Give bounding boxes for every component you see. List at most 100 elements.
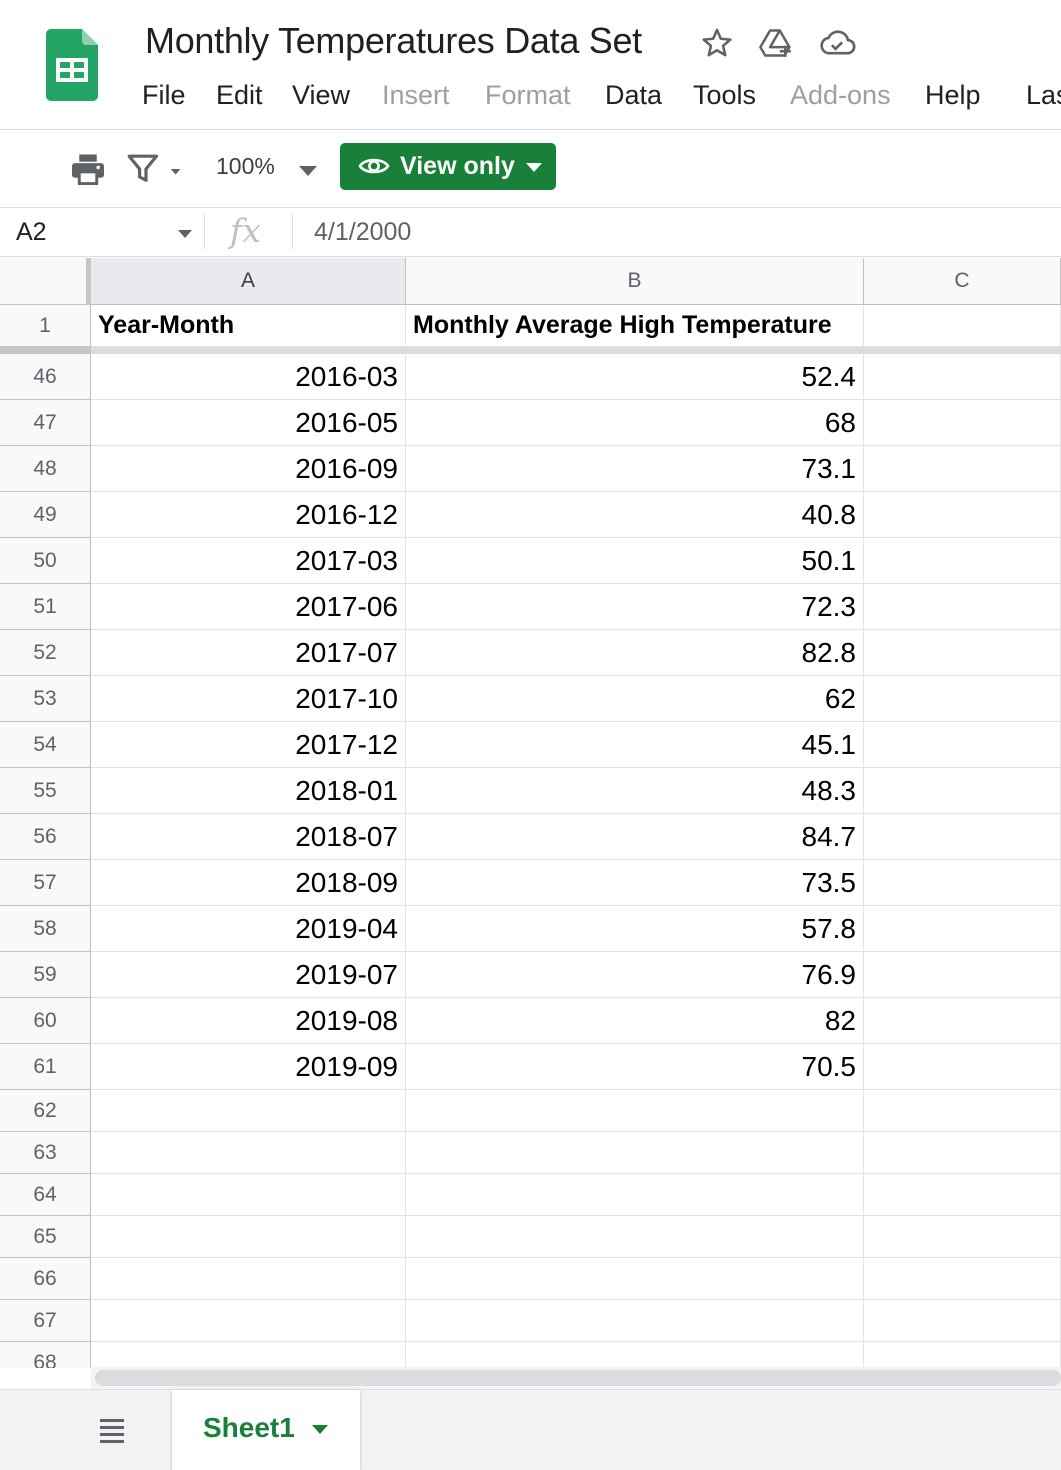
cell-avg-high-temp[interactable] — [406, 1300, 864, 1342]
cell-year-month[interactable] — [91, 1258, 406, 1300]
freeze-divider[interactable] — [0, 347, 1061, 354]
row-header[interactable]: 59 — [0, 952, 91, 998]
row-header[interactable]: 50 — [0, 538, 91, 584]
cell-c[interactable] — [864, 1216, 1061, 1258]
menu-view[interactable]: View — [292, 80, 350, 111]
row-header[interactable]: 65 — [0, 1216, 91, 1258]
cell-avg-high-temp[interactable]: 82.8 — [406, 630, 864, 676]
cell-c[interactable] — [864, 1090, 1061, 1132]
sheets-logo-icon[interactable] — [46, 29, 98, 101]
row-header[interactable]: 53 — [0, 676, 91, 722]
row-header[interactable]: 61 — [0, 1044, 91, 1090]
menu-insert[interactable]: Insert — [382, 80, 450, 111]
menu-help[interactable]: Help — [925, 80, 981, 111]
cell-avg-high-temp[interactable]: 57.8 — [406, 906, 864, 952]
star-icon[interactable] — [698, 24, 736, 62]
name-box[interactable]: A2 — [16, 218, 47, 247]
row-header[interactable]: 54 — [0, 722, 91, 768]
cell-year-month[interactable]: 2019-08 — [91, 998, 406, 1044]
menu-last-edit[interactable]: Las — [1026, 80, 1061, 111]
sheet-tab-sheet1[interactable]: Sheet1 — [172, 1390, 360, 1470]
cell-avg-high-temp[interactable] — [406, 1174, 864, 1216]
column-header-a[interactable]: A — [91, 258, 406, 305]
menu-file[interactable]: File — [142, 80, 186, 111]
cell-c[interactable] — [864, 1258, 1061, 1300]
cell-avg-high-temp[interactable]: 73.5 — [406, 860, 864, 906]
cell-c[interactable] — [864, 1132, 1061, 1174]
cell-c[interactable] — [864, 1300, 1061, 1342]
column-header-b[interactable]: B — [406, 258, 864, 305]
cell-avg-high-temp[interactable]: 48.3 — [406, 768, 864, 814]
cell-avg-high-temp[interactable]: 40.8 — [406, 492, 864, 538]
cell-avg-high-temp[interactable]: 68 — [406, 400, 864, 446]
row-header[interactable]: 55 — [0, 768, 91, 814]
view-only-button[interactable]: View only — [340, 143, 556, 190]
cell-b1[interactable]: Monthly Average High Temperature — [406, 305, 864, 347]
cell-c[interactable] — [864, 354, 1061, 400]
row-header[interactable]: 62 — [0, 1090, 91, 1132]
row-header[interactable]: 48 — [0, 446, 91, 492]
cell-avg-high-temp[interactable] — [406, 1258, 864, 1300]
cell-year-month[interactable]: 2017-07 — [91, 630, 406, 676]
cell-year-month[interactable]: 2017-03 — [91, 538, 406, 584]
cell-year-month[interactable]: 2019-09 — [91, 1044, 406, 1090]
cell-year-month[interactable]: 2017-10 — [91, 676, 406, 722]
cell-year-month[interactable]: 2016-09 — [91, 446, 406, 492]
document-title[interactable]: Monthly Temperatures Data Set — [145, 20, 642, 62]
cell-avg-high-temp[interactable] — [406, 1090, 864, 1132]
row-header[interactable]: 63 — [0, 1132, 91, 1174]
cell-year-month[interactable]: 2016-05 — [91, 400, 406, 446]
row-header[interactable]: 58 — [0, 906, 91, 952]
chevron-down-icon[interactable] — [299, 166, 317, 176]
cell-year-month[interactable] — [91, 1216, 406, 1258]
cell-c[interactable] — [864, 1342, 1061, 1368]
chevron-down-icon[interactable] — [178, 230, 192, 238]
cell-avg-high-temp[interactable] — [406, 1132, 864, 1174]
cell-avg-high-temp[interactable] — [406, 1216, 864, 1258]
cell-year-month[interactable] — [91, 1090, 406, 1132]
cell-c[interactable] — [864, 768, 1061, 814]
cell-c[interactable] — [864, 1044, 1061, 1090]
row-header[interactable]: 1 — [0, 305, 91, 347]
cell-c[interactable] — [864, 1174, 1061, 1216]
cell-year-month[interactable] — [91, 1132, 406, 1174]
cell-avg-high-temp[interactable] — [406, 1342, 864, 1368]
row-header[interactable]: 68 — [0, 1342, 91, 1368]
cell-year-month[interactable]: 2018-01 — [91, 768, 406, 814]
zoom-select[interactable]: 100% — [216, 153, 275, 180]
cell-year-month[interactable]: 2017-12 — [91, 722, 406, 768]
spreadsheet-grid[interactable]: A B C 1 Year-Month Monthly Average High … — [0, 258, 1061, 1368]
cell-c[interactable] — [864, 492, 1061, 538]
cell-year-month[interactable] — [91, 1174, 406, 1216]
menu-data[interactable]: Data — [605, 80, 662, 111]
row-header[interactable]: 51 — [0, 584, 91, 630]
row-header[interactable]: 67 — [0, 1300, 91, 1342]
cloud-status-icon[interactable] — [818, 24, 856, 62]
column-header-c[interactable]: C — [864, 258, 1061, 305]
cell-c[interactable] — [864, 400, 1061, 446]
formula-input[interactable]: 4/1/2000 — [314, 218, 411, 247]
cell-year-month[interactable] — [91, 1300, 406, 1342]
cell-year-month[interactable]: 2019-07 — [91, 952, 406, 998]
cell-year-month[interactable]: 2018-07 — [91, 814, 406, 860]
cell-c[interactable] — [864, 814, 1061, 860]
cell-avg-high-temp[interactable]: 52.4 — [406, 354, 864, 400]
scrollbar-thumb[interactable] — [95, 1370, 1061, 1386]
cell-avg-high-temp[interactable]: 72.3 — [406, 584, 864, 630]
cell-year-month[interactable]: 2019-04 — [91, 906, 406, 952]
cell-avg-high-temp[interactable]: 70.5 — [406, 1044, 864, 1090]
cell-avg-high-temp[interactable]: 73.1 — [406, 446, 864, 492]
row-header[interactable]: 56 — [0, 814, 91, 860]
cell-avg-high-temp[interactable]: 50.1 — [406, 538, 864, 584]
cell-year-month[interactable]: 2016-12 — [91, 492, 406, 538]
cell-c[interactable] — [864, 998, 1061, 1044]
cell-c[interactable] — [864, 860, 1061, 906]
row-header[interactable]: 52 — [0, 630, 91, 676]
row-header[interactable]: 46 — [0, 354, 91, 400]
row-header[interactable]: 64 — [0, 1174, 91, 1216]
row-header[interactable]: 49 — [0, 492, 91, 538]
cell-avg-high-temp[interactable]: 76.9 — [406, 952, 864, 998]
cell-c[interactable] — [864, 722, 1061, 768]
cell-avg-high-temp[interactable]: 82 — [406, 998, 864, 1044]
chevron-down-icon[interactable] — [312, 1425, 328, 1434]
